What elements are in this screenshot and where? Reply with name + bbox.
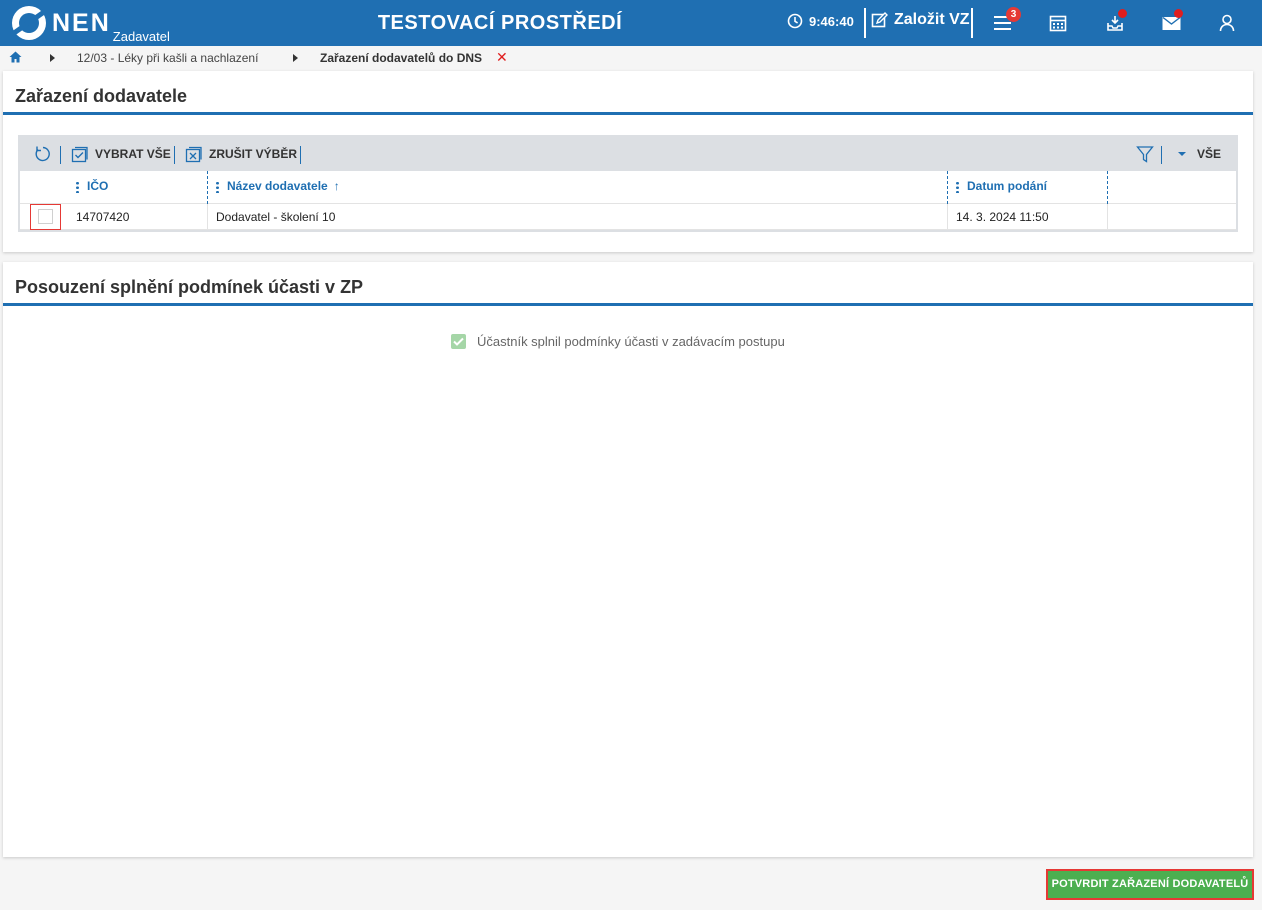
nen-logo-icon (12, 6, 46, 40)
breadcrumb-tender-link[interactable]: 12/03 - Léky při kašli a nachlazení (77, 51, 258, 65)
column-menu-icon[interactable] (76, 180, 79, 193)
toolbar-divider (60, 146, 61, 164)
new-vz-label: Založit VZ (894, 11, 970, 28)
column-divider[interactable] (207, 171, 208, 204)
conditions-panel-title: Posouzení splnění podmínek účasti v ZP (3, 262, 1253, 306)
column-header-ico[interactable]: IČO (76, 171, 108, 204)
calendar-icon (1049, 15, 1067, 32)
select-all-icon (71, 146, 88, 163)
home-icon[interactable] (9, 51, 22, 63)
conditions-checkbox-row: Účastník splnil podmínky účasti v zadáva… (451, 334, 785, 349)
checkmark-icon (453, 337, 464, 346)
inbox-notification-dot (1118, 9, 1127, 18)
menu-button[interactable]: 3 (992, 7, 1021, 34)
caret-down-icon (1178, 152, 1186, 156)
deselect-button[interactable]: ZRUŠIT VÝBĚR (185, 137, 297, 171)
conditions-panel: Posouzení splnění podmínek účasti v ZP Ú… (3, 262, 1253, 857)
refresh-button[interactable] (34, 137, 58, 171)
logo-subtitle: Zadavatel (112, 29, 170, 44)
column-menu-icon[interactable] (956, 180, 959, 193)
header-divider (971, 8, 973, 38)
clock-icon (787, 13, 803, 29)
supplier-panel: Zařazení dodavatele VYBRAT VŠE ZRUŠIT VÝ… (3, 71, 1253, 252)
view-filter-dropdown[interactable]: VŠE (1177, 137, 1221, 171)
inbox-button[interactable] (1104, 9, 1127, 34)
supplier-grid: VYBRAT VŠE ZRUŠIT VÝBĚR VŠE IČO Název do… (18, 135, 1238, 232)
new-vz-button[interactable]: Založit VZ (871, 11, 970, 29)
column-divider[interactable] (1107, 171, 1108, 204)
breadcrumb-current: Zařazení dodavatelů do DNS (320, 51, 483, 65)
supplier-panel-title: Zařazení dodavatele (3, 71, 1253, 115)
select-all-button[interactable]: VYBRAT VŠE (71, 137, 171, 171)
calendar-button[interactable] (1047, 12, 1069, 34)
nen-logo[interactable]: NEN Zadavatel (12, 6, 170, 44)
breadcrumb-arrow-icon (293, 54, 298, 62)
grid-toolbar: VYBRAT VŠE ZRUŠIT VÝBĚR VŠE (20, 137, 1236, 171)
grid-column-header: IČO Název dodavatele ↑ Datum podání (20, 171, 1236, 204)
select-all-label: VYBRAT VŠE (95, 147, 171, 161)
row-divider (207, 204, 208, 230)
user-icon (1219, 14, 1235, 32)
menu-badge: 3 (1006, 7, 1021, 22)
row-checkbox-cell[interactable] (30, 204, 61, 230)
view-filter-label: VŠE (1197, 147, 1222, 161)
filter-icon (1136, 146, 1154, 163)
toolbar-divider (300, 146, 301, 164)
close-icon[interactable]: ✕ (496, 49, 508, 66)
messages-notification-dot (1174, 9, 1183, 18)
conditions-label: Účastník splnil podmínky účasti v zadáva… (477, 334, 785, 349)
cell-submission-date: 14. 3. 2024 11:50 (956, 210, 1049, 224)
column-menu-icon[interactable] (216, 180, 219, 193)
column-divider[interactable] (947, 171, 948, 204)
clock-time: 9:46:40 (809, 13, 854, 29)
deselect-label: ZRUŠIT VÝBĚR (209, 147, 298, 161)
messages-button[interactable] (1160, 9, 1183, 34)
deselect-icon (185, 146, 202, 163)
column-header-name[interactable]: Název dodavatele ↑ (216, 171, 340, 204)
user-button[interactable] (1216, 12, 1238, 34)
cell-ico: 14707420 (76, 210, 130, 224)
row-checkbox[interactable] (38, 209, 53, 224)
logo-text: NEN (52, 9, 111, 37)
table-row[interactable]: 14707420 Dodavatel - školení 10 14. 3. 2… (20, 204, 1236, 230)
toolbar-divider (174, 146, 175, 164)
sort-ascending-icon: ↑ (333, 179, 340, 193)
column-header-date[interactable]: Datum podání (956, 171, 1047, 204)
row-divider (947, 204, 948, 230)
header-divider (864, 8, 866, 38)
cell-supplier-name: Dodavatel - školení 10 (216, 210, 336, 224)
confirm-supplier-button[interactable]: POTVRDIT ZAŘAZENÍ DODAVATELŮ (1046, 869, 1254, 900)
environment-title: TESTOVACÍ PROSTŘEDÍ (377, 12, 623, 34)
breadcrumb-arrow-icon (50, 54, 55, 62)
top-bar: NEN Zadavatel TESTOVACÍ PROSTŘEDÍ 9:46:4… (0, 0, 1262, 46)
breadcrumb: 12/03 - Léky při kašli a nachlazení Zařa… (0, 46, 1262, 70)
toolbar-divider (1161, 146, 1162, 164)
row-divider (1107, 204, 1108, 230)
edit-icon (871, 11, 888, 27)
refresh-icon (35, 146, 50, 162)
conditions-checkbox (451, 334, 466, 349)
session-clock: 9:46:40 (787, 13, 854, 29)
filter-button[interactable] (1136, 137, 1160, 171)
